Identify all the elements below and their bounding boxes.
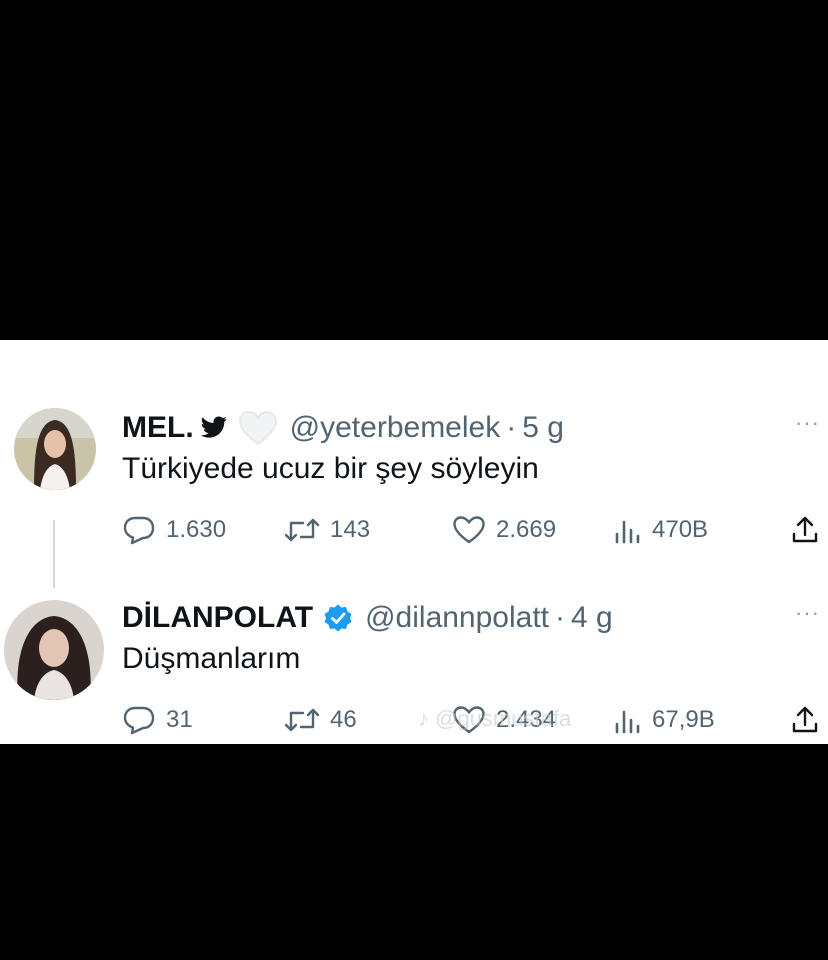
retweet-button[interactable]: 143 <box>284 510 370 550</box>
reply-count: 1.630 <box>166 516 227 543</box>
views-icon <box>615 710 640 734</box>
tweet-header: DİLANPOLAT @dilannpolatt · 4 g <box>122 598 613 638</box>
watermark-text: ♪ @gusmustafa <box>418 706 572 731</box>
like-count: 2.669 <box>496 516 557 543</box>
action-bar: 1.630 143 2.669 470B <box>122 510 828 550</box>
views-button[interactable]: 470B <box>614 510 708 550</box>
like-button[interactable]: 2.669 <box>452 510 556 550</box>
reply-button[interactable]: 31 <box>122 700 193 740</box>
verified-badge-icon <box>323 603 353 633</box>
share-icon <box>792 706 818 733</box>
twitter-bird-icon <box>200 416 228 440</box>
reply-icon <box>123 706 155 735</box>
view-count: 470B <box>652 516 709 543</box>
timestamp[interactable]: 4 g <box>571 601 613 635</box>
retweet-count: 143 <box>330 516 371 543</box>
reply-icon <box>123 516 155 545</box>
views-button[interactable]: 67,9B <box>614 700 715 740</box>
retweet-button[interactable]: 46 <box>284 700 357 740</box>
timestamp[interactable]: 5 g <box>522 411 564 445</box>
retweet-count: 46 <box>330 706 357 733</box>
separator-dot: · <box>555 601 566 634</box>
avatar[interactable] <box>14 408 96 490</box>
retweet-icon <box>284 708 320 732</box>
tweet-header: MEL. @yeterbemelek · 5 g <box>122 408 564 448</box>
more-options-icon[interactable]: ··· <box>795 410 820 436</box>
reply-count: 31 <box>166 706 193 733</box>
handle[interactable]: @yeterbemelek <box>290 411 501 445</box>
reply-button[interactable]: 1.630 <box>122 510 226 550</box>
tweet-text: Türkiyede ucuz bir şey söyleyin <box>122 452 539 485</box>
avatar[interactable] <box>4 600 104 700</box>
handle[interactable]: @dilannpolatt <box>365 601 549 635</box>
tweet-text: Düşmanlarım <box>122 642 301 675</box>
tweet-card: MEL. @yeterbemelek · 5 g ··· Türkiyede u… <box>0 340 828 744</box>
view-count: 67,9B <box>652 706 715 733</box>
share-button[interactable] <box>790 510 820 550</box>
retweet-icon <box>284 518 320 542</box>
heart-icon <box>453 516 485 544</box>
display-name[interactable]: MEL. <box>122 411 194 445</box>
display-name[interactable]: DİLANPOLAT <box>122 601 313 635</box>
more-options-icon[interactable]: ··· <box>795 600 820 626</box>
views-icon <box>615 520 640 544</box>
white-heart-icon <box>238 410 278 446</box>
share-button[interactable] <box>790 700 820 740</box>
share-icon <box>792 516 818 543</box>
thread-connector-line <box>53 520 55 588</box>
separator-dot: · <box>506 411 517 444</box>
